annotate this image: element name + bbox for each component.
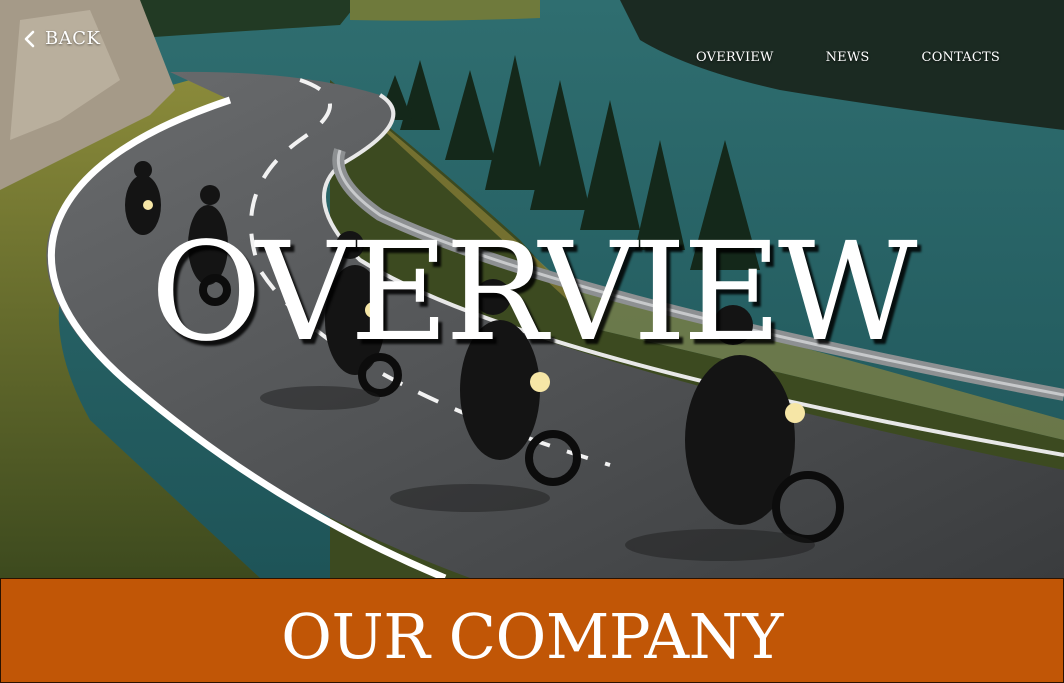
hero-title: OVERVIEW (150, 214, 917, 372)
chevron-left-icon (24, 30, 35, 47)
hero-section: BACK OVERVIEW NEWS CONTACTS OVERVIEW (0, 0, 1064, 578)
back-button[interactable]: BACK (22, 28, 100, 49)
company-section: OUR COMPANY (0, 578, 1064, 683)
main-nav: OVERVIEW NEWS CONTACTS (696, 50, 1000, 65)
section-heading: OUR COMPANY (281, 600, 783, 673)
nav-item-overview[interactable]: OVERVIEW (696, 50, 774, 65)
nav-item-contacts[interactable]: CONTACTS (922, 50, 1000, 65)
nav-item-news[interactable]: NEWS (826, 50, 870, 65)
back-label: BACK (45, 28, 101, 49)
